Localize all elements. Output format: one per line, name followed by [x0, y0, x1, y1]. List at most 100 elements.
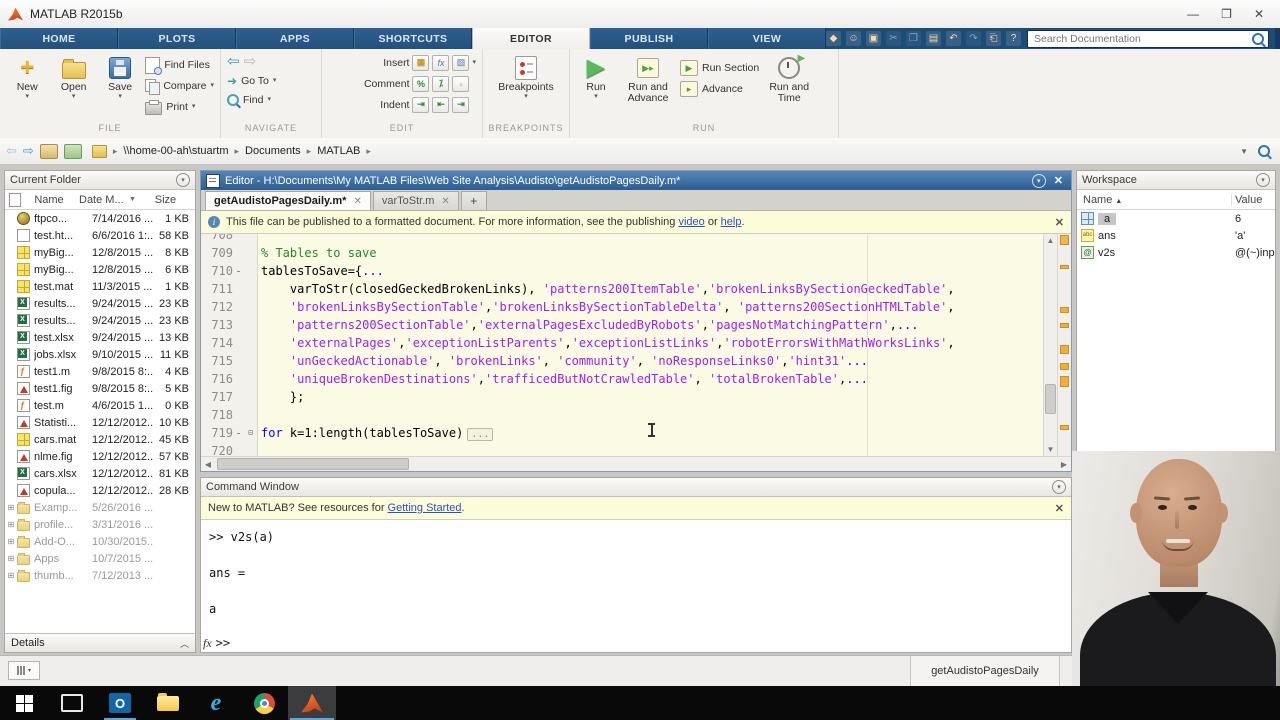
- wrap-comment-icon[interactable]: ⸗: [452, 76, 469, 92]
- file-row[interactable]: test1.m9/8/2015 8:...4 KB: [5, 363, 195, 380]
- panel-menu-icon[interactable]: ▾: [176, 173, 190, 187]
- sort-desc-icon[interactable]: ▼: [129, 196, 136, 203]
- banner-close-icon[interactable]: ✕: [1055, 216, 1064, 229]
- expand-icon[interactable]: ⊞: [5, 520, 17, 529]
- expand-icon[interactable]: ⊞: [5, 554, 17, 563]
- fx-button[interactable]: fx: [203, 636, 212, 651]
- new-tab-button[interactable]: +: [461, 191, 487, 210]
- file-row[interactable]: copula...12/12/2012...28 KB: [5, 482, 195, 499]
- expand-icon[interactable]: ⊞: [5, 503, 17, 512]
- goto-button[interactable]: ➜ Go To▾: [227, 72, 276, 90]
- warning-mark[interactable]: [1060, 425, 1069, 430]
- code-line[interactable]: 718: [201, 406, 1043, 424]
- file-row[interactable]: ⊞profile...3/31/2016 ...: [5, 516, 195, 533]
- menu-tab-view[interactable]: VIEW: [708, 28, 826, 49]
- warning-mark[interactable]: [1060, 376, 1069, 387]
- taskbar-internet-explorer-button[interactable]: e: [192, 686, 240, 720]
- find-button[interactable]: Find▾: [227, 91, 271, 109]
- code-line[interactable]: 719-⊟for k=1:length(tablesToSave)...: [201, 424, 1043, 442]
- details-bar[interactable]: Details ︿: [5, 633, 195, 652]
- insert-section-icon[interactable]: ▦: [412, 55, 429, 71]
- file-row[interactable]: myBig...12/8/2015 ...6 KB: [5, 261, 195, 278]
- file-row[interactable]: ⊞Apps10/7/2015 ...: [5, 550, 195, 567]
- insert-function-icon[interactable]: fx: [432, 55, 449, 71]
- size-column-header[interactable]: Size: [136, 194, 195, 206]
- print-icon[interactable]: ⎗: [986, 31, 1001, 46]
- taskbar-task-view-button[interactable]: [48, 686, 96, 720]
- file-row[interactable]: test.m4/6/2015 1...0 KB: [5, 397, 195, 414]
- file-row[interactable]: ⊞Examp...5/26/2016 ...: [5, 499, 195, 516]
- new-button[interactable]: + New▾: [6, 53, 48, 100]
- file-row[interactable]: results...9/24/2015 ...23 KB: [5, 295, 195, 312]
- run-button[interactable]: ▶ Run▾: [576, 53, 616, 100]
- file-row[interactable]: cars.xlsx12/12/2012...81 KB: [5, 465, 195, 482]
- warning-mark[interactable]: [1060, 323, 1069, 328]
- search-documentation-input[interactable]: [1032, 32, 1248, 46]
- command-window-header[interactable]: Command Window ▾: [201, 478, 1071, 497]
- taskbar-outlook-button[interactable]: O: [96, 686, 144, 720]
- nav-back-icon[interactable]: ⇦: [6, 143, 17, 159]
- expand-icon[interactable]: ⊞: [5, 537, 17, 546]
- publish-video-link[interactable]: video: [678, 216, 704, 228]
- advance-button[interactable]: ▸ Advance: [680, 80, 759, 98]
- file-row[interactable]: test1.fig9/8/2015 8:...5 KB: [5, 380, 195, 397]
- menu-tab-apps[interactable]: APPS: [236, 28, 354, 49]
- publish-help-link[interactable]: help: [721, 216, 742, 228]
- code-line[interactable]: 708: [201, 234, 1043, 244]
- editor-horizontal-scrollbar[interactable]: ◀ ▶: [201, 456, 1071, 471]
- file-row[interactable]: test.xlsx9/24/2015 ...13 KB: [5, 329, 195, 346]
- ribbon-collapse-button[interactable]: ▲: [1275, 28, 1280, 49]
- tab-getaudistopagesdaily[interactable]: getAudistoPagesDaily.m* ✕: [205, 191, 371, 210]
- open-button[interactable]: Open▾: [52, 53, 94, 100]
- close-button[interactable]: ✕: [1254, 7, 1264, 21]
- run-and-time-button[interactable]: Run and Time: [763, 53, 815, 104]
- minimized-panel-button[interactable]: ▾: [8, 661, 40, 680]
- run-and-advance-button[interactable]: ▶▸ Run and Advance: [620, 53, 676, 104]
- search-documentation-box[interactable]: [1027, 30, 1269, 48]
- menu-tab-plots[interactable]: PLOTS: [118, 28, 236, 49]
- scroll-left-icon[interactable]: ◀: [201, 460, 215, 469]
- warning-mark[interactable]: [1060, 363, 1069, 370]
- address-search-icon[interactable]: [1258, 145, 1270, 157]
- add-shortcut-icon[interactable]: ▣: [866, 31, 881, 46]
- workspace-row[interactable]: abcans'a': [1077, 227, 1275, 244]
- file-row[interactable]: ⊞Add-O...10/30/2015...: [5, 533, 195, 550]
- paste-icon[interactable]: ▤: [926, 31, 941, 46]
- code-line[interactable]: 720: [201, 442, 1043, 456]
- file-row[interactable]: ⊞thumb...7/12/2013 ...: [5, 567, 195, 584]
- indent-right-icon[interactable]: ⇥: [452, 97, 469, 113]
- maximize-button[interactable]: ❐: [1221, 7, 1232, 21]
- editor-vertical-scrollbar[interactable]: ▲ ▼: [1043, 234, 1057, 456]
- code-line[interactable]: 711 varToStr(closedGeckedBrokenLinks), '…: [201, 280, 1043, 298]
- request-support-icon[interactable]: ☺: [846, 31, 861, 46]
- code-line[interactable]: 716 'uniqueBrokenDestinations','traffice…: [201, 370, 1043, 388]
- breadcrumb-root[interactable]: \\home-00-ah\stuartm: [123, 145, 228, 157]
- save-button[interactable]: Save▾: [99, 53, 141, 100]
- tab-close-icon[interactable]: ✕: [353, 196, 361, 207]
- file-row[interactable]: jobs.xlsx9/10/2015 ...11 KB: [5, 346, 195, 363]
- details-collapse-icon[interactable]: ︿: [180, 637, 189, 650]
- browse-folder-icon[interactable]: [64, 144, 82, 159]
- file-row[interactable]: test.mat11/3/2015 ...1 KB: [5, 278, 195, 295]
- menu-tab-shortcuts[interactable]: SHORTCUTS: [354, 28, 472, 49]
- editor-title-bar[interactable]: Editor - H:\Documents\My MATLAB Files\We…: [201, 171, 1071, 190]
- expand-icon[interactable]: ⊞: [5, 571, 17, 580]
- up-one-level-icon[interactable]: [40, 144, 58, 159]
- breadcrumb-matlab[interactable]: MATLAB: [317, 145, 360, 157]
- taskbar-file-explorer-button[interactable]: [144, 686, 192, 720]
- smart-indent-icon[interactable]: ⇥: [412, 97, 429, 113]
- tab-close-icon[interactable]: ✕: [441, 196, 449, 207]
- search-icon[interactable]: [1252, 33, 1264, 45]
- file-row[interactable]: results...9/24/2015 ...23 KB: [5, 312, 195, 329]
- scrollbar-thumb[interactable]: [1045, 384, 1056, 413]
- file-row[interactable]: myBig...12/8/2015 ...8 KB: [5, 244, 195, 261]
- code-line[interactable]: 714 'externalPages','exceptionListParent…: [201, 334, 1043, 352]
- code-area[interactable]: 708709% Tables to save710-tablesToSave={…: [201, 234, 1043, 456]
- name-column-header[interactable]: Name: [21, 194, 77, 206]
- scroll-down-icon[interactable]: ▼: [1047, 443, 1055, 456]
- community-icon[interactable]: ◆: [826, 31, 841, 46]
- ws-value-column-header[interactable]: Value: [1231, 194, 1275, 206]
- menu-tab-home[interactable]: HOME: [0, 28, 118, 49]
- message-indicator[interactable]: [1060, 235, 1069, 245]
- uncomment-icon[interactable]: ⁒: [432, 76, 449, 92]
